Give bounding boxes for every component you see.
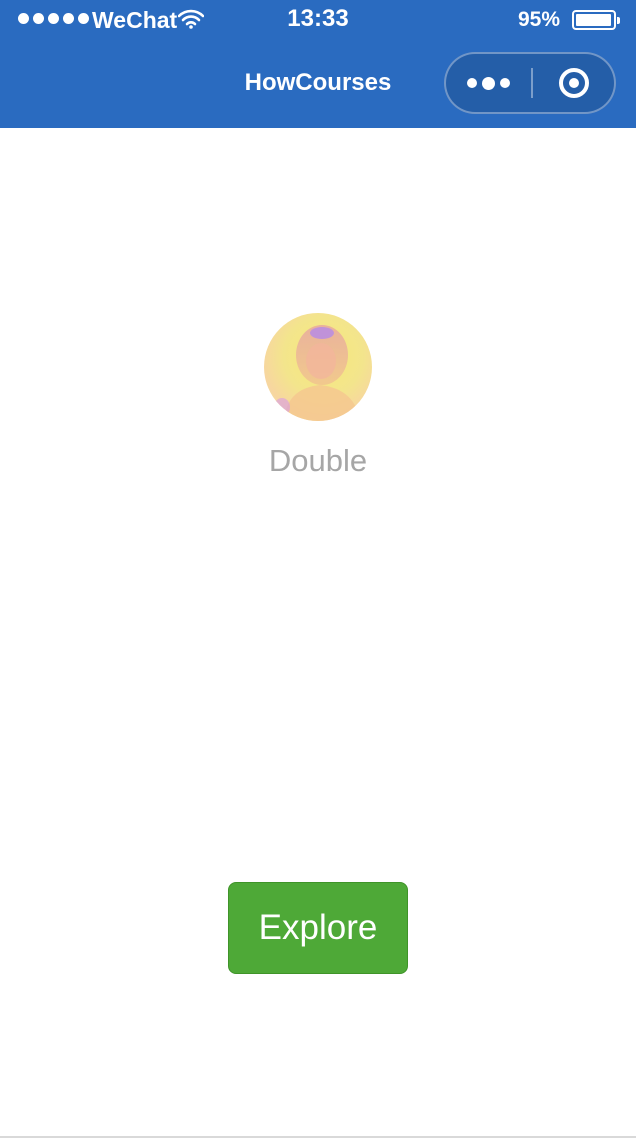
user-avatar-image — [274, 325, 360, 421]
more-dots-icon — [467, 78, 477, 88]
user-name: Double — [268, 443, 368, 478]
more-options-button[interactable] — [446, 54, 531, 112]
target-circle-icon — [558, 68, 589, 98]
avatar — [264, 313, 372, 421]
close-mini-program-button[interactable] — [533, 54, 614, 112]
battery-icon — [572, 10, 620, 30]
mini-program-capsule — [444, 52, 616, 114]
app-screen: WeChat 13:33 95% HowCourses Double Explo… — [0, 0, 636, 1138]
explore-button[interactable]: Explore — [228, 882, 408, 974]
header: WeChat 13:33 95% HowCourses — [0, 0, 636, 128]
status-bar: WeChat 13:33 95% — [0, 0, 636, 40]
battery-percent: 95% — [517, 8, 560, 31]
